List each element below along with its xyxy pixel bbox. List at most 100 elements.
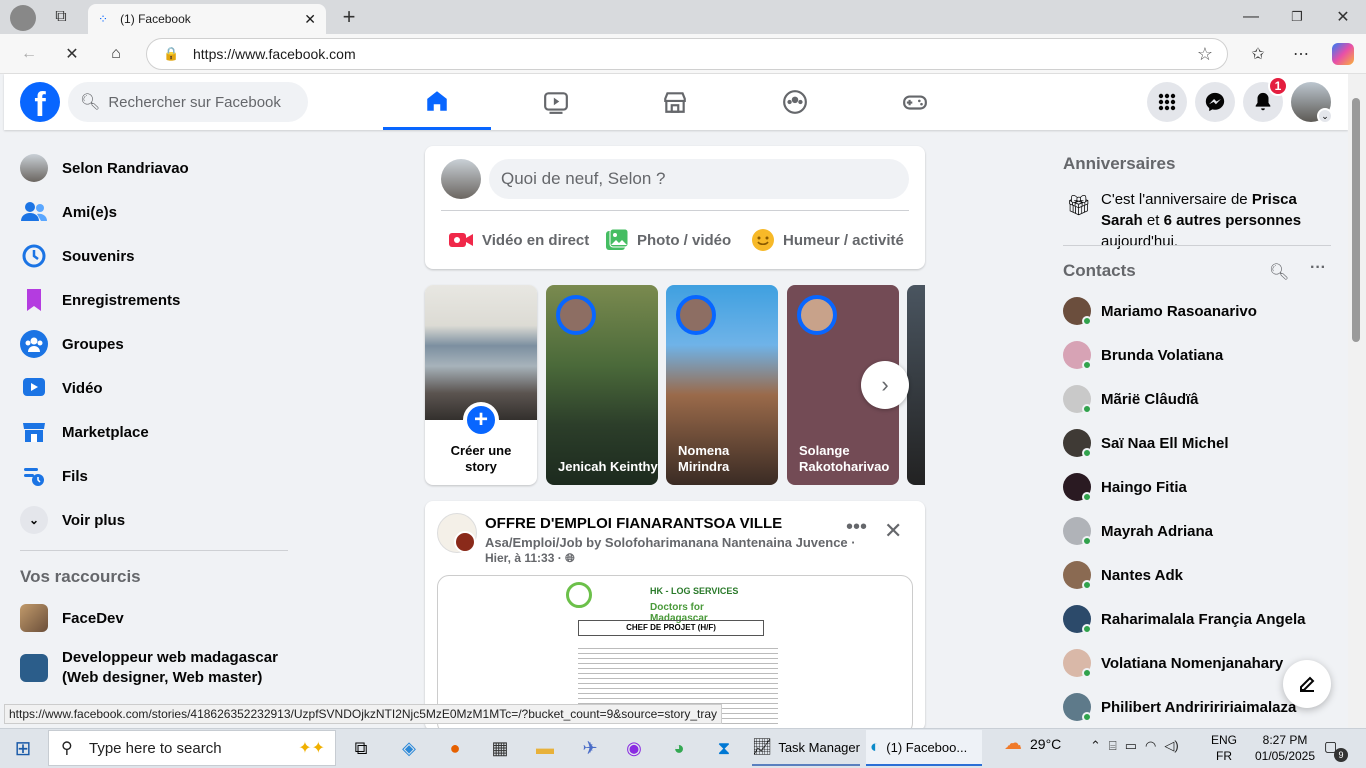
menu-grid-button[interactable] xyxy=(1147,82,1187,122)
shortcut-dev-madagascar[interactable]: Developpeur web madagascar (Web designer… xyxy=(16,646,306,690)
tab-actions-icon[interactable]: ⧉ xyxy=(46,2,76,32)
new-message-button[interactable] xyxy=(1283,660,1331,708)
post-author[interactable]: Asa/Emploi/Job by Solofoharimanana Nante… xyxy=(485,535,856,550)
messenger-button[interactable] xyxy=(1195,82,1235,122)
sidebar-item-see-more[interactable]: ⌄ Voir plus xyxy=(16,498,306,542)
favorite-star-icon[interactable]: ☆ xyxy=(1197,44,1213,65)
start-icon[interactable]: ⊞ xyxy=(6,733,40,763)
network-device-icon[interactable]: ⌸ xyxy=(1109,738,1117,754)
sidebar-item-marketplace[interactable]: Marketplace xyxy=(16,410,306,454)
contacts-options-icon[interactable]: ··· xyxy=(1310,259,1326,277)
globe-icon: 🌐︎ xyxy=(565,551,575,565)
sidebar-item-profile[interactable]: Selon Randriavao xyxy=(16,146,306,190)
story-card[interactable]: Nomena Mirindra xyxy=(666,285,778,485)
language-indicator[interactable]: ENG FR xyxy=(1206,732,1242,764)
browser-tab[interactable]: ⁘ (1) Facebook ✕ xyxy=(88,4,326,34)
app-icon[interactable]: ✈ xyxy=(573,733,607,763)
tab-home[interactable] xyxy=(383,74,491,130)
story-create[interactable]: + Créer une story xyxy=(425,285,537,485)
battery-icon[interactable]: ▭ xyxy=(1125,738,1137,754)
post-author-avatar[interactable] xyxy=(454,531,476,553)
tab-gaming[interactable] xyxy=(861,74,969,130)
facebook-search[interactable]: 🔍︎ Rechercher sur Facebook xyxy=(68,82,308,122)
post-options-icon[interactable]: ••• xyxy=(846,516,872,546)
media-player-icon[interactable]: ◉ xyxy=(617,733,651,763)
minimize-icon[interactable]: — xyxy=(1236,2,1266,32)
avatar xyxy=(1063,297,1092,326)
avatar xyxy=(1063,605,1092,634)
new-tab-icon[interactable]: + xyxy=(334,2,364,32)
weather-widget[interactable]: ☁ 29°C xyxy=(1004,733,1061,754)
shortcut-facedev[interactable]: FaceDev xyxy=(16,596,306,640)
contact-item[interactable]: Raharimalala Françia Angela xyxy=(1060,597,1350,641)
clock[interactable]: 8:27 PM 01/05/2025 xyxy=(1250,732,1320,764)
chrome-icon[interactable]: ◕ xyxy=(662,733,696,763)
restore-icon[interactable]: ❐ xyxy=(1282,2,1312,32)
system-tray[interactable]: ⌃ ⌸ ▭ ◠ ◁) xyxy=(1090,738,1179,754)
post-close-icon[interactable]: ✕ xyxy=(884,518,902,544)
chevron-up-icon[interactable]: ⌃ xyxy=(1090,738,1101,754)
close-tab-icon[interactable]: ✕ xyxy=(304,11,316,28)
file-explorer-icon[interactable]: ▬ xyxy=(528,733,562,763)
feeling-button[interactable]: Humeur / activité xyxy=(751,224,904,256)
contact-item[interactable]: Haingo Fitia xyxy=(1060,465,1350,509)
edge-taskbar[interactable]: ◐ (1) Faceboo... xyxy=(866,730,982,766)
task-manager-taskbar[interactable]: 📈︎ Task Manager xyxy=(752,730,860,766)
tab-groups[interactable] xyxy=(741,74,849,130)
sidebar-item-groups[interactable]: Groupes xyxy=(16,322,306,366)
post-title[interactable]: OFFRE D'EMPLOI FIANARANTSOA VILLE xyxy=(485,515,782,532)
contacts-search-icon[interactable]: 🔍︎ xyxy=(1269,262,1289,282)
composer-input[interactable]: Quoi de neuf, Selon ? xyxy=(489,159,909,199)
page-scrollbar[interactable] xyxy=(1348,74,1366,728)
taskbar-search[interactable]: ⚲ Type here to search ✦✦ xyxy=(48,730,336,766)
facebook-logo-icon[interactable]: f xyxy=(20,82,60,122)
scrollbar-thumb[interactable] xyxy=(1352,98,1360,342)
avatar xyxy=(1063,341,1092,370)
contact-item[interactable]: Brunda Volatiana xyxy=(1060,333,1350,377)
story-create-label: Créer une story xyxy=(450,443,512,474)
close-window-icon[interactable]: ✕ xyxy=(1328,2,1358,32)
composer-avatar[interactable] xyxy=(441,159,481,199)
menu-icon[interactable]: ⋯ xyxy=(1286,39,1316,69)
back-icon[interactable]: ← xyxy=(14,39,44,69)
sidebar-item-label: Groupes xyxy=(62,335,124,353)
sidebar-item-label: Ami(e)s xyxy=(62,203,118,221)
sidebar-item-feeds[interactable]: Fils xyxy=(16,454,306,498)
favorites-icon[interactable]: ✩ xyxy=(1243,39,1273,69)
video-icon xyxy=(20,374,48,402)
copilot-taskbar-icon[interactable]: ◈ xyxy=(392,733,426,763)
contact-item[interactable]: Saï Naa Ell Michel xyxy=(1060,421,1350,465)
firefox-icon[interactable]: ● xyxy=(438,733,472,763)
tab-marketplace[interactable] xyxy=(621,74,729,130)
stop-icon[interactable]: ✕ xyxy=(57,39,87,69)
calculator-icon[interactable]: ▦ xyxy=(483,733,517,763)
post-time[interactable]: Hier, à 11:33 xyxy=(485,551,554,565)
volume-icon[interactable]: ◁) xyxy=(1164,738,1178,754)
home-icon[interactable]: ⌂ xyxy=(101,39,131,69)
vscode-icon[interactable]: ⧗ xyxy=(707,733,741,763)
contact-name: Philibert Andririririaimalaza xyxy=(1101,698,1297,716)
stories-next-button[interactable]: › xyxy=(861,361,909,409)
search-placeholder: Rechercher sur Facebook xyxy=(108,93,281,111)
account-chevron-icon[interactable]: ⌄ xyxy=(1317,108,1333,124)
contact-item[interactable]: Mãrië Clâudïâ xyxy=(1060,377,1350,421)
sidebar-item-saved[interactable]: Enregistrements xyxy=(16,278,306,322)
url-field[interactable]: 🔒 https://www.facebook.com ☆ xyxy=(146,38,1228,70)
photo-video-button[interactable]: Photo / vidéo xyxy=(605,224,731,256)
story-card-partial[interactable] xyxy=(907,285,925,485)
contact-item[interactable]: Nantes Adk xyxy=(1060,553,1350,597)
profile-icon[interactable] xyxy=(10,5,36,31)
story-card[interactable]: Jenicah Keinthy xyxy=(546,285,658,485)
sidebar-item-friends[interactable]: Ami(e)s xyxy=(16,190,306,234)
tab-video[interactable] xyxy=(502,74,610,130)
task-view-icon[interactable]: ⧉ xyxy=(344,733,378,763)
sidebar-item-video[interactable]: Vidéo xyxy=(16,366,306,410)
birthday-text[interactable]: C'est l'anniversaire de Prisca Sarah et … xyxy=(1101,189,1337,252)
contact-item[interactable]: Mayrah Adriana xyxy=(1060,509,1350,553)
sidebar-item-memories[interactable]: Souvenirs xyxy=(16,234,306,278)
contact-item[interactable]: Mariamo Rasoanarivo xyxy=(1060,289,1350,333)
live-video-button[interactable]: Vidéo en direct xyxy=(448,224,589,256)
copilot-icon[interactable] xyxy=(1332,43,1354,65)
birthday-text-c: aujourd'hui. xyxy=(1101,233,1179,250)
wifi-icon[interactable]: ◠ xyxy=(1145,738,1156,754)
